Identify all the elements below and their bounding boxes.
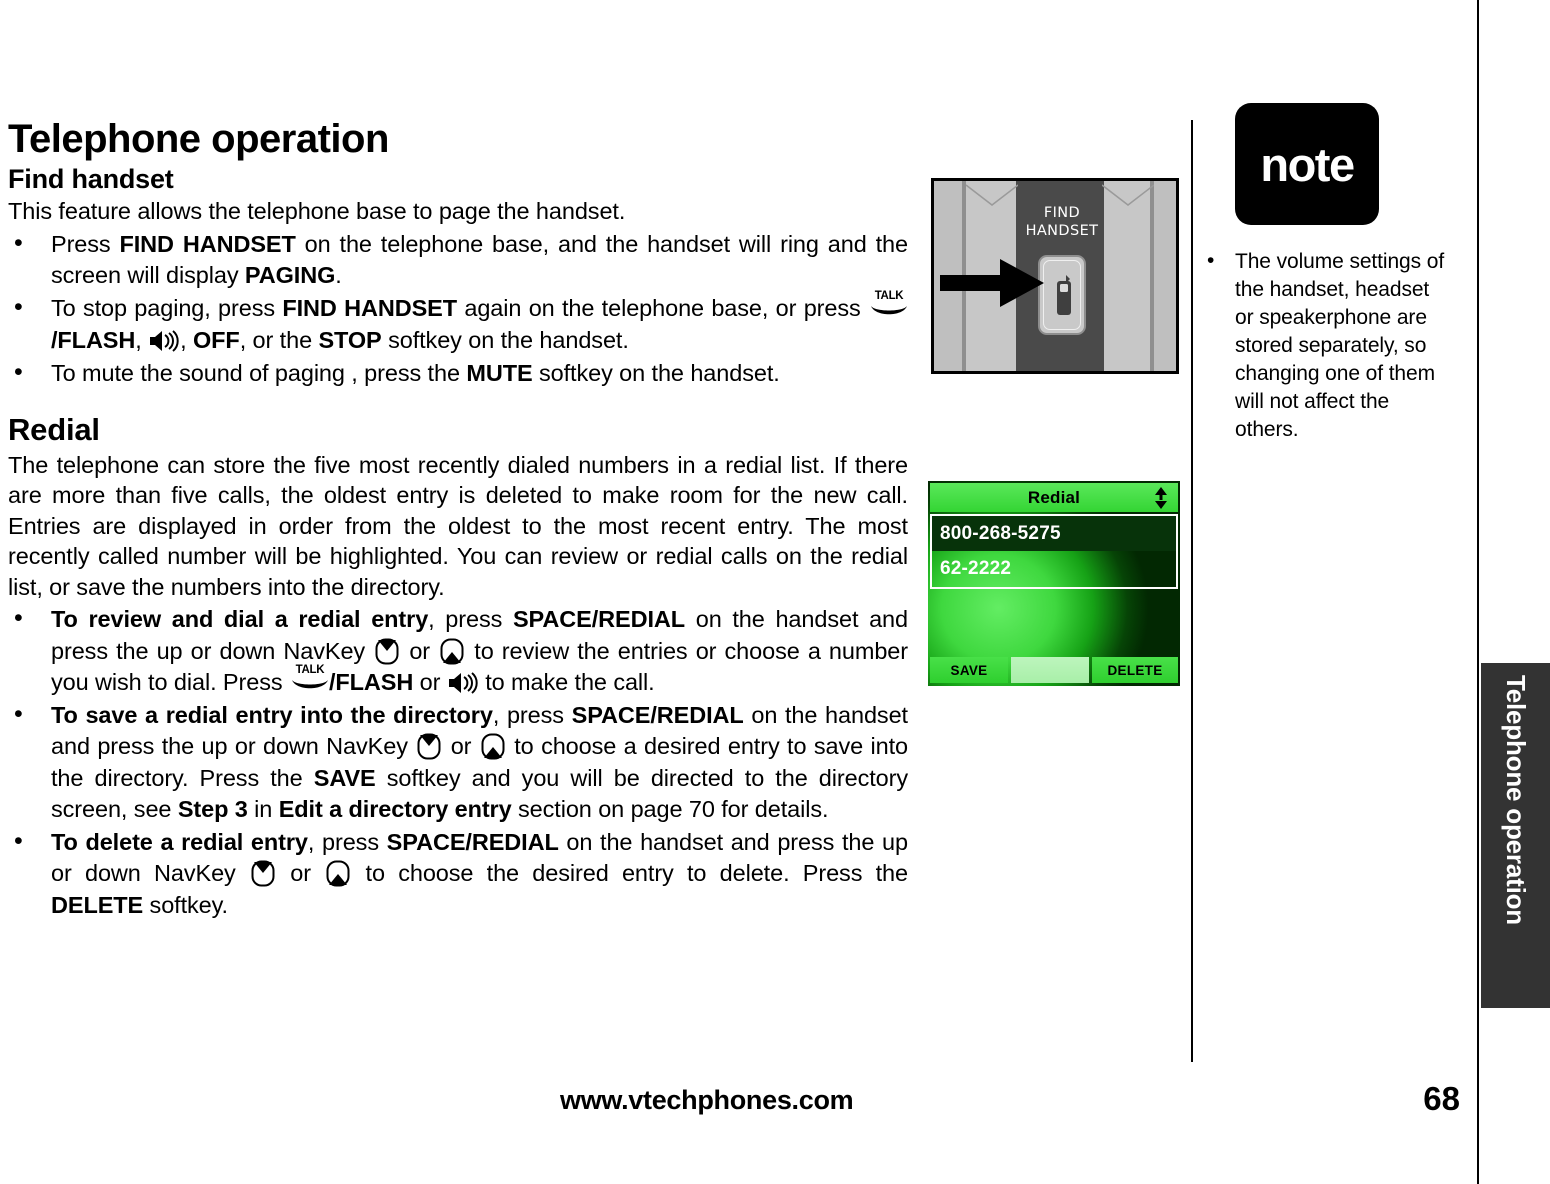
speakerphone-icon xyxy=(149,329,179,352)
softkey-middle[interactable] xyxy=(1011,657,1089,683)
bullet-bold: DELETE xyxy=(51,891,144,918)
find-handset-intro: This feature allows the telephone base t… xyxy=(8,198,626,225)
bullet-bold: FIND HANDSET xyxy=(282,295,458,322)
bullet-text: to choose the desired entry to delete. P… xyxy=(352,860,909,887)
bullet-bold: To save a redial entry into the director… xyxy=(51,702,493,729)
lcd-title-bar: Redial xyxy=(930,483,1178,512)
note-badge: note xyxy=(1235,103,1379,225)
bullet-text: . xyxy=(335,262,342,289)
list-item[interactable]: 800-268-5275 xyxy=(932,516,1176,551)
bullet-text: , press xyxy=(428,606,513,633)
navkey-up-icon xyxy=(417,733,441,760)
list-item: To stop paging, press FIND HANDSET again… xyxy=(8,291,909,356)
handset-icon xyxy=(1057,275,1071,315)
section-heading-find-handset: Find handset xyxy=(8,164,174,194)
softkey-delete[interactable]: DELETE xyxy=(1092,657,1178,683)
section-heading-redial: Redial xyxy=(8,412,100,448)
bullet-bold: /FLASH xyxy=(328,668,414,695)
list-item: To save a redial entry into the director… xyxy=(8,698,908,825)
bullet-text: softkey on the handset. xyxy=(381,326,629,353)
bullet-bold: MUTE xyxy=(466,359,533,386)
bullet-bold: To review and dial a redial entry xyxy=(51,606,429,633)
bullet-bold: SPACE/REDIAL xyxy=(571,702,744,729)
bullet-bold: STOP xyxy=(318,326,382,353)
list-item[interactable]: 62-2222 xyxy=(932,551,1176,586)
note-badge-label: note xyxy=(1260,137,1355,191)
navkey-down-icon xyxy=(440,638,464,665)
find-handset-button-label: FIND HANDSET xyxy=(1014,205,1110,240)
chapter-side-tab-label: Telephone operation xyxy=(1501,675,1531,925)
base-panel-right-outer xyxy=(1154,181,1176,371)
right-arrow-icon xyxy=(940,259,1044,307)
speakerphone-icon xyxy=(448,671,478,694)
navkey-down-icon xyxy=(481,733,505,760)
redial-entry-number: 800-268-5275 xyxy=(940,522,1061,544)
find-handset-label-line2: HANDSET xyxy=(1025,222,1099,239)
bullet-text: to make the call. xyxy=(478,668,655,695)
footer-website-url[interactable]: www.vtechphones.com xyxy=(560,1085,854,1116)
list-item: To delete a redial entry, press SPACE/RE… xyxy=(8,825,909,921)
find-handset-button[interactable] xyxy=(1038,255,1086,335)
find-handset-bullet-list: Press FIND HANDSET on the telephone base… xyxy=(8,227,909,390)
navkey-down-icon xyxy=(326,860,350,887)
softkey-save[interactable]: SAVE xyxy=(930,657,1008,683)
bullet-text: To stop paging, press xyxy=(51,295,283,322)
bullet-text: , xyxy=(180,326,193,353)
footer-page-number: 68 xyxy=(1423,1080,1460,1117)
bullet-text: section on page 70 for details. xyxy=(511,795,829,822)
bullet-text: or xyxy=(277,860,325,887)
figure-lcd-redial-screen: Redial 800-268-5275 62-2222 SAVE DELETE xyxy=(928,481,1180,686)
list-item: The volume settings of the handset, head… xyxy=(1199,247,1449,443)
bullet-text: , or the xyxy=(239,326,319,353)
bullet-text: softkey on the handset. xyxy=(532,359,780,386)
bullet-bold: SPACE/REDIAL xyxy=(512,606,686,633)
note-bullet-list: The volume settings of the handset, head… xyxy=(1199,247,1449,443)
lcd-title: Redial xyxy=(1027,487,1081,507)
list-item: To mute the sound of paging , press the … xyxy=(8,356,908,390)
bullet-text: in xyxy=(247,795,279,822)
manual-page: Telephone operation Find handset This fe… xyxy=(0,0,1550,1184)
content-rail-divider xyxy=(1191,120,1193,1062)
bullet-bold: SPACE/REDIAL xyxy=(386,829,559,856)
bullet-text: or xyxy=(413,668,447,695)
main-content-column: Telephone operation Find handset This fe… xyxy=(8,118,908,923)
figure-telephone-base: FIND HANDSET xyxy=(931,178,1179,374)
lcd-softkey-bar: SAVE DELETE xyxy=(930,657,1178,683)
redial-intro: The telephone can store the five most re… xyxy=(8,451,908,600)
chapter-side-tab: Telephone operation xyxy=(1481,663,1550,1008)
bullet-text: , xyxy=(135,326,149,353)
page-edge-rule xyxy=(1477,0,1479,1184)
find-handset-label-line1: FIND xyxy=(1043,205,1081,221)
bullet-bold: OFF xyxy=(192,326,240,353)
up-down-scroll-icon xyxy=(1155,487,1167,509)
list-item: To review and dial a redial entry, press… xyxy=(8,602,908,698)
list-item: Press FIND HANDSET on the telephone base… xyxy=(8,227,908,292)
talk-key-icon: TALK xyxy=(869,291,909,319)
bullet-text: To mute the sound of paging , press the xyxy=(51,359,467,386)
bullet-bold: PAGING xyxy=(244,262,336,289)
bullet-text: again on the telephone base, or press xyxy=(457,295,868,322)
bullet-text: , press xyxy=(307,829,387,856)
redial-entry-number: 62-2222 xyxy=(940,557,1012,579)
bullet-bold: SAVE xyxy=(313,764,376,791)
base-panel-right-inner xyxy=(1104,181,1150,371)
bullet-text: softkey. xyxy=(143,891,229,918)
talk-key-icon: TALK xyxy=(290,664,330,693)
note-text-block: The volume settings of the handset, head… xyxy=(1199,247,1449,443)
navkey-up-icon xyxy=(375,638,399,665)
redial-bullet-list: To review and dial a redial entry, press… xyxy=(8,602,909,921)
bullet-bold: Edit a directory entry xyxy=(278,795,512,822)
bullet-bold: FIND HANDSET xyxy=(119,230,296,257)
bullet-bold: To delete a redial entry xyxy=(51,829,308,856)
lcd-redial-list[interactable]: 800-268-5275 62-2222 xyxy=(930,514,1178,589)
bullet-text: , press xyxy=(492,702,572,729)
bullet-bold: /FLASH xyxy=(51,326,136,353)
bullet-text: or xyxy=(401,637,439,664)
base-bevel-left xyxy=(966,184,1018,206)
bullet-text: Press xyxy=(51,230,120,257)
navkey-up-icon xyxy=(251,860,275,887)
bullet-bold: Step 3 xyxy=(177,795,248,822)
page-title: Telephone operation xyxy=(8,117,389,161)
bullet-text: or xyxy=(443,733,479,760)
